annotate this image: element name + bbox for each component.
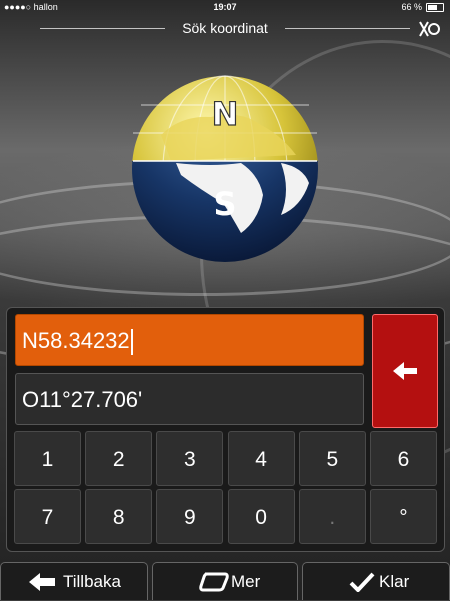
more-button[interactable]: Mer (152, 562, 298, 600)
no-gps-icon[interactable] (418, 20, 442, 38)
battery-percent: 66 % (401, 2, 422, 12)
done-button[interactable]: Klar (302, 562, 450, 600)
title-bar: Sök koordinat (0, 16, 450, 40)
bottom-toolbar: Tillbaka Mer Klar (0, 560, 450, 600)
key-5[interactable]: 6 (370, 431, 437, 486)
key-2[interactable]: 3 (156, 431, 224, 486)
key-8[interactable]: 9 (156, 489, 224, 544)
key-10[interactable]: . (298, 489, 366, 544)
north-label: N (212, 95, 239, 133)
key-6[interactable]: 7 (14, 489, 81, 544)
more-icon (199, 572, 229, 592)
key-0[interactable]: 1 (14, 431, 81, 486)
key-7[interactable]: 8 (85, 489, 153, 544)
arrow-left-icon (29, 573, 55, 591)
latitude-value: N58.34232 (22, 328, 130, 353)
backspace-button[interactable] (372, 314, 438, 428)
battery-icon (426, 3, 444, 12)
more-label: Mer (231, 572, 261, 591)
key-11[interactable]: ° (370, 489, 437, 544)
text-cursor (130, 329, 133, 356)
key-9[interactable]: 0 (227, 489, 295, 544)
coordinate-input-panel: N58.34232 O11°27.706' 1 2 3 4 5 6 7 8 9 0. ° (6, 307, 445, 552)
latitude-field[interactable]: N58.34232 (15, 314, 364, 366)
globe-icon: N S (132, 75, 318, 262)
back-label: Tillbaka (63, 572, 121, 591)
status-bar: ●●●●○ hallon 19:07 66 % (0, 0, 450, 14)
longitude-field[interactable]: O11°27.706' (15, 373, 364, 425)
arrow-left-icon (393, 362, 417, 380)
longitude-value: O11°27.706' (22, 387, 143, 412)
done-label: Klar (379, 572, 410, 591)
south-label: S (213, 185, 236, 223)
clock: 19:07 (213, 2, 237, 12)
key-1[interactable]: 2 (85, 431, 153, 486)
checkmark-icon (349, 572, 375, 592)
key-4[interactable]: 5 (298, 431, 366, 486)
back-button[interactable]: Tillbaka (0, 562, 148, 600)
key-3[interactable]: 4 (227, 431, 295, 486)
